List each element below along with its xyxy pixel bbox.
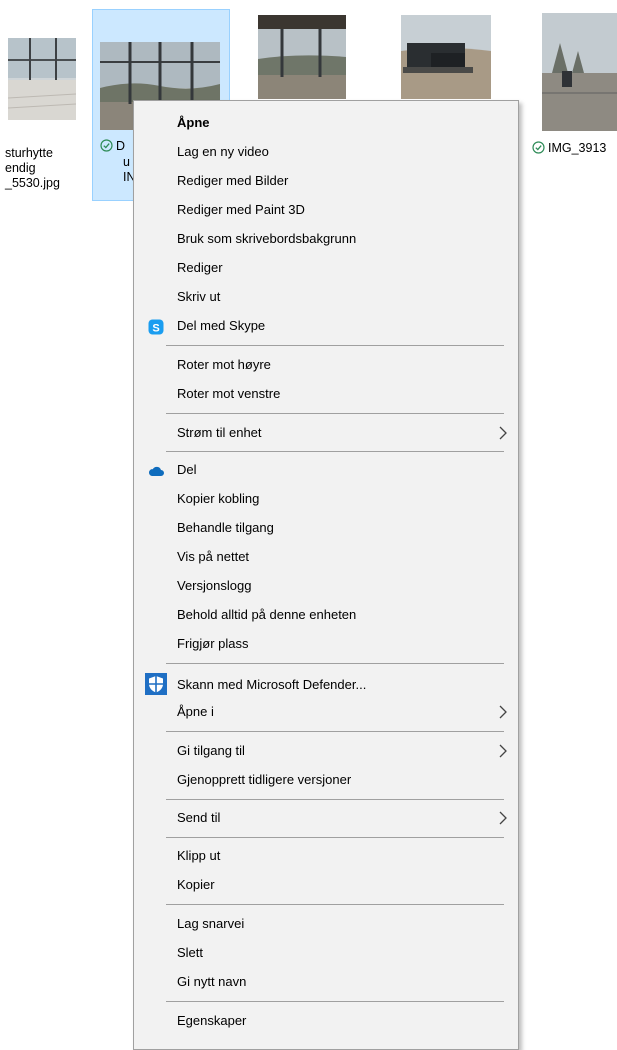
menu-item-delete[interactable]: Slett	[134, 939, 518, 967]
menu-item-open-label: Åpne	[177, 115, 210, 130]
menu-item-manage-access-label: Behandle tilgang	[177, 520, 274, 535]
menu-item-edit-label: Rediger	[177, 260, 223, 275]
file-name-2-text1: D	[116, 139, 126, 153]
menu-separator	[166, 904, 504, 905]
menu-item-share-label: Del	[177, 462, 197, 477]
menu-item-cut[interactable]: Klipp ut	[134, 842, 518, 870]
menu-item-rename-label: Gi nytt navn	[177, 974, 247, 989]
menu-item-version-history-label: Versjonslogg	[177, 578, 252, 593]
file-thumbnail-3	[258, 15, 346, 99]
file-tile-5[interactable]: IMG_3913	[532, 9, 617, 155]
menu-item-print-label: Skriv ut	[177, 289, 221, 304]
menu-item-create-shortcut[interactable]: Lag snarvei	[134, 910, 518, 938]
menu-item-open-with-label: Åpne i	[177, 704, 214, 719]
menu-item-rotate-left[interactable]: Roter mot venstre	[134, 380, 518, 408]
onedrive-cloud-icon	[148, 466, 164, 476]
menu-separator	[166, 799, 504, 800]
menu-item-copy[interactable]: Kopier	[134, 871, 518, 899]
svg-text:S: S	[152, 322, 159, 334]
menu-item-copy-label: Kopier	[177, 877, 215, 892]
menu-item-properties-label: Egenskaper	[177, 1013, 247, 1028]
menu-item-free-space-label: Frigjør plass	[177, 636, 249, 651]
menu-item-copy-link[interactable]: Kopier kobling	[134, 485, 518, 513]
synced-check-icon	[100, 139, 113, 152]
menu-item-edit-paint3d[interactable]: Rediger med Paint 3D	[134, 196, 518, 224]
menu-item-new-video[interactable]: Lag en ny video	[134, 138, 518, 166]
menu-item-edit-paint3d-label: Rediger med Paint 3D	[177, 202, 305, 217]
menu-item-properties[interactable]: Egenskaper	[134, 1007, 518, 1035]
menu-separator	[166, 837, 504, 838]
menu-item-set-wallpaper[interactable]: Bruk som skrivebordsbakgrunn	[134, 225, 518, 253]
menu-item-edit-photos[interactable]: Rediger med Bilder	[134, 167, 518, 195]
chevron-right-icon	[499, 705, 507, 719]
menu-item-share[interactable]: Del	[134, 456, 518, 484]
menu-item-cut-label: Klipp ut	[177, 848, 221, 863]
menu-item-print[interactable]: Skriv ut	[134, 283, 518, 311]
context-menu: Åpne Lag en ny video Rediger med Bilder …	[133, 100, 519, 1050]
menu-item-defender-scan[interactable]: Skann med Microsoft Defender...	[134, 671, 518, 699]
menu-item-edit[interactable]: Rediger	[134, 254, 518, 282]
menu-item-send-to-label: Send til	[177, 810, 221, 825]
file-thumbnail-4	[401, 15, 491, 99]
menu-item-give-access[interactable]: Gi tilgang til	[134, 737, 518, 765]
menu-item-cast[interactable]: Strøm til enhet	[134, 419, 518, 447]
menu-item-cast-label: Strøm til enhet	[177, 425, 262, 440]
chevron-right-icon	[499, 811, 507, 825]
menu-item-version-history[interactable]: Versjonslogg	[134, 572, 518, 600]
file-name-5-text: IMG_3913	[548, 141, 607, 155]
menu-item-give-access-label: Gi tilgang til	[177, 743, 245, 758]
file-name-2-line1: D	[100, 139, 125, 154]
file-tile-4[interactable]	[394, 9, 504, 99]
menu-item-rotate-right[interactable]: Roter mot høyre	[134, 351, 518, 379]
file-tile-1[interactable]: sturhytte endig _5530.jpg	[0, 0, 90, 200]
menu-item-free-space[interactable]: Frigjør plass	[134, 630, 518, 658]
menu-item-send-to[interactable]: Send til	[134, 804, 518, 832]
menu-separator	[166, 413, 504, 414]
menu-separator	[166, 663, 504, 664]
menu-separator	[166, 451, 504, 452]
menu-item-open-with[interactable]: Åpne i	[134, 698, 518, 726]
file-thumbnail-1	[8, 38, 76, 120]
skype-icon: S	[148, 319, 164, 335]
file-thumbnail-5	[542, 13, 617, 131]
menu-separator	[166, 345, 504, 346]
chevron-right-icon	[499, 426, 507, 440]
menu-item-keep-on-device-label: Behold alltid på denne enheten	[177, 607, 357, 622]
menu-item-rotate-left-label: Roter mot venstre	[177, 386, 281, 401]
menu-item-keep-on-device[interactable]: Behold alltid på denne enheten	[134, 601, 518, 629]
menu-item-new-video-label: Lag en ny video	[177, 144, 269, 159]
file-tile-3[interactable]	[250, 9, 360, 99]
file-name-2-line2: u	[123, 155, 130, 169]
file-name-1-line1: sturhytte	[5, 146, 53, 160]
chevron-right-icon	[499, 744, 507, 758]
synced-check-icon	[532, 141, 545, 154]
menu-item-restore-versions-label: Gjenopprett tidligere versjoner	[177, 772, 352, 787]
menu-item-rename[interactable]: Gi nytt navn	[134, 968, 518, 996]
menu-separator	[166, 1001, 504, 1002]
file-name-1-line2: endig	[5, 161, 36, 175]
menu-separator	[166, 731, 504, 732]
menu-item-edit-photos-label: Rediger med Bilder	[177, 173, 289, 188]
file-name-1-line3: _5530.jpg	[5, 176, 60, 190]
menu-item-manage-access[interactable]: Behandle tilgang	[134, 514, 518, 542]
menu-item-share-skype-label: Del med Skype	[177, 318, 266, 333]
defender-shield-icon	[145, 673, 167, 695]
menu-item-rotate-right-label: Roter mot høyre	[177, 357, 271, 372]
menu-item-set-wallpaper-label: Bruk som skrivebordsbakgrunn	[177, 231, 357, 246]
menu-item-view-online[interactable]: Vis på nettet	[134, 543, 518, 571]
menu-item-share-skype[interactable]: S Del med Skype	[134, 312, 518, 340]
menu-item-create-shortcut-label: Lag snarvei	[177, 916, 245, 931]
menu-item-open[interactable]: Åpne	[134, 109, 518, 137]
menu-item-restore-versions[interactable]: Gjenopprett tidligere versjoner	[134, 766, 518, 794]
menu-item-defender-scan-label: Skann med Microsoft Defender...	[177, 677, 367, 692]
menu-item-view-online-label: Vis på nettet	[177, 549, 250, 564]
menu-item-copy-link-label: Kopier kobling	[177, 491, 260, 506]
file-name-5: IMG_3913	[532, 141, 606, 156]
menu-item-delete-label: Slett	[177, 945, 204, 960]
